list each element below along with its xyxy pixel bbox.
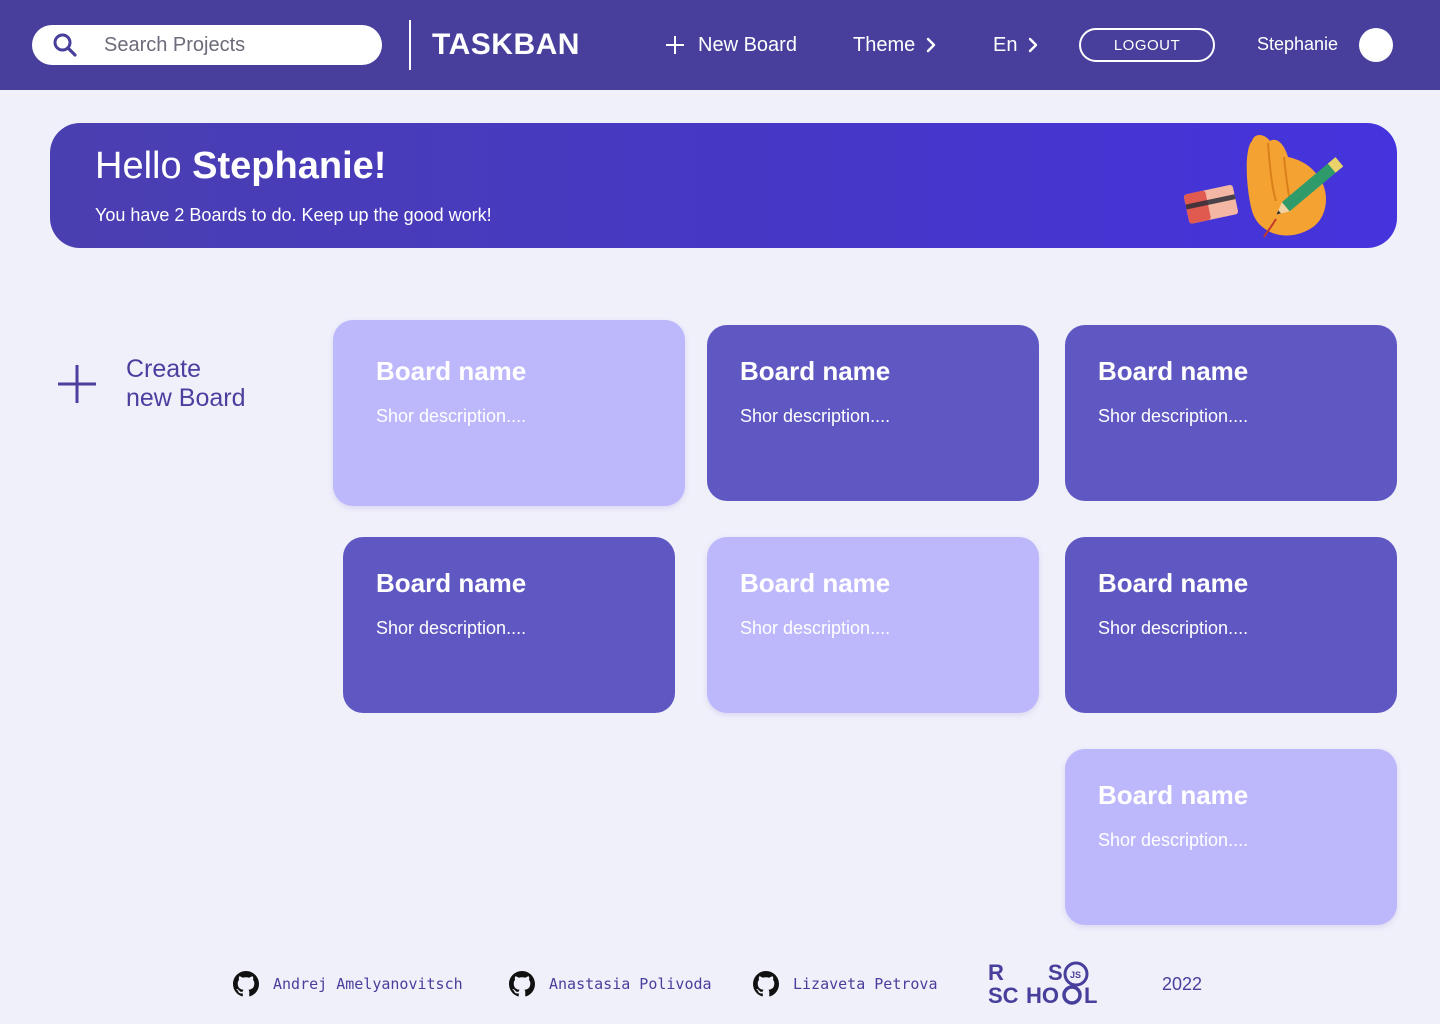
author-name: Andrej Amelyanovitsch — [273, 975, 463, 993]
author-name: Anastasia Polivoda — [549, 975, 712, 993]
board-title: Board name — [1098, 568, 1249, 598]
create-label-line2: new Board — [126, 384, 246, 412]
board-description: Shor description.... — [376, 406, 527, 426]
board-title: Board name — [376, 356, 527, 386]
github-icon — [233, 971, 259, 997]
svg-text:L: L — [1084, 983, 1097, 1006]
search-input[interactable] — [104, 31, 364, 59]
new-board-label: New Board — [698, 33, 797, 56]
banner-subtitle: You have 2 Boards to do. Keep up the goo… — [95, 205, 492, 225]
svg-text:JS: JS — [1070, 970, 1081, 980]
chevron-right-icon — [1029, 37, 1038, 53]
board-card[interactable]: Board name Shor description.... — [1065, 537, 1397, 713]
copyright-year: 2022 — [1162, 974, 1203, 994]
top-navigation-bar: TASKBAN New Board Theme En LOGOUT Stepha… — [0, 0, 1440, 90]
author-link[interactable]: Anastasia Polivoda — [509, 971, 712, 997]
theme-menu[interactable]: Theme — [853, 32, 937, 58]
greeting-heading: Hello Stephanie! — [95, 145, 386, 188]
board-card[interactable]: Board name Shor description.... — [1065, 325, 1397, 501]
search-box[interactable] — [32, 25, 382, 65]
chevron-right-icon — [927, 37, 936, 53]
create-new-board-label: Create new Board — [126, 355, 286, 413]
board-title: Board name — [376, 568, 527, 598]
rs-school-logo[interactable]: R S SC HO L JS — [986, 960, 1108, 1006]
svg-text:SC: SC — [988, 983, 1019, 1006]
author-link[interactable]: Andrej Amelyanovitsch — [233, 971, 463, 997]
plus-icon — [58, 365, 96, 403]
greeting-word: Hello — [95, 145, 182, 187]
create-new-board-button[interactable]: Create new Board — [56, 355, 286, 425]
author-name: Lizaveta Petrova — [793, 975, 938, 993]
theme-label: Theme — [853, 33, 916, 56]
svg-text:R: R — [988, 960, 1004, 985]
plus-icon — [666, 36, 684, 54]
logout-button[interactable]: LOGOUT — [1079, 28, 1215, 62]
svg-text:S: S — [1048, 960, 1063, 985]
search-icon[interactable] — [52, 32, 78, 58]
new-board-button[interactable]: New Board — [664, 32, 797, 58]
board-description: Shor description.... — [1098, 830, 1249, 850]
board-card[interactable]: Board name Shor description.... — [1065, 749, 1397, 925]
svg-text:HO: HO — [1026, 983, 1059, 1006]
language-menu[interactable]: En — [993, 32, 1039, 58]
header-divider — [409, 20, 411, 70]
board-title: Board name — [1098, 356, 1249, 386]
board-title: Board name — [740, 568, 891, 598]
create-label-line1: Create — [126, 355, 202, 383]
board-description: Shor description.... — [1098, 618, 1249, 638]
board-card[interactable]: Board name Shor description.... — [333, 320, 685, 506]
board-card[interactable]: Board name Shor description.... — [707, 325, 1039, 501]
board-title: Board name — [740, 356, 891, 386]
language-label: En — [993, 33, 1018, 56]
avatar[interactable] — [1359, 28, 1393, 62]
board-description: Shor description.... — [376, 618, 527, 638]
github-icon — [509, 971, 535, 997]
greeting-name: Stephanie! — [192, 145, 387, 187]
board-card[interactable]: Board name Shor description.... — [707, 537, 1039, 713]
author-link[interactable]: Lizaveta Petrova — [753, 971, 938, 997]
app-logo[interactable]: TASKBAN — [432, 28, 580, 62]
username: Stephanie — [1257, 34, 1339, 54]
board-description: Shor description.... — [1098, 406, 1249, 426]
board-description: Shor description.... — [740, 406, 891, 426]
github-icon — [753, 971, 779, 997]
board-card[interactable]: Board name Shor description.... — [343, 537, 675, 713]
welcome-banner: Hello Stephanie! You have 2 Boards to do… — [50, 123, 1397, 248]
board-description: Shor description.... — [740, 618, 891, 638]
hand-pencil-illustration — [1184, 135, 1344, 238]
board-title: Board name — [1098, 780, 1249, 810]
